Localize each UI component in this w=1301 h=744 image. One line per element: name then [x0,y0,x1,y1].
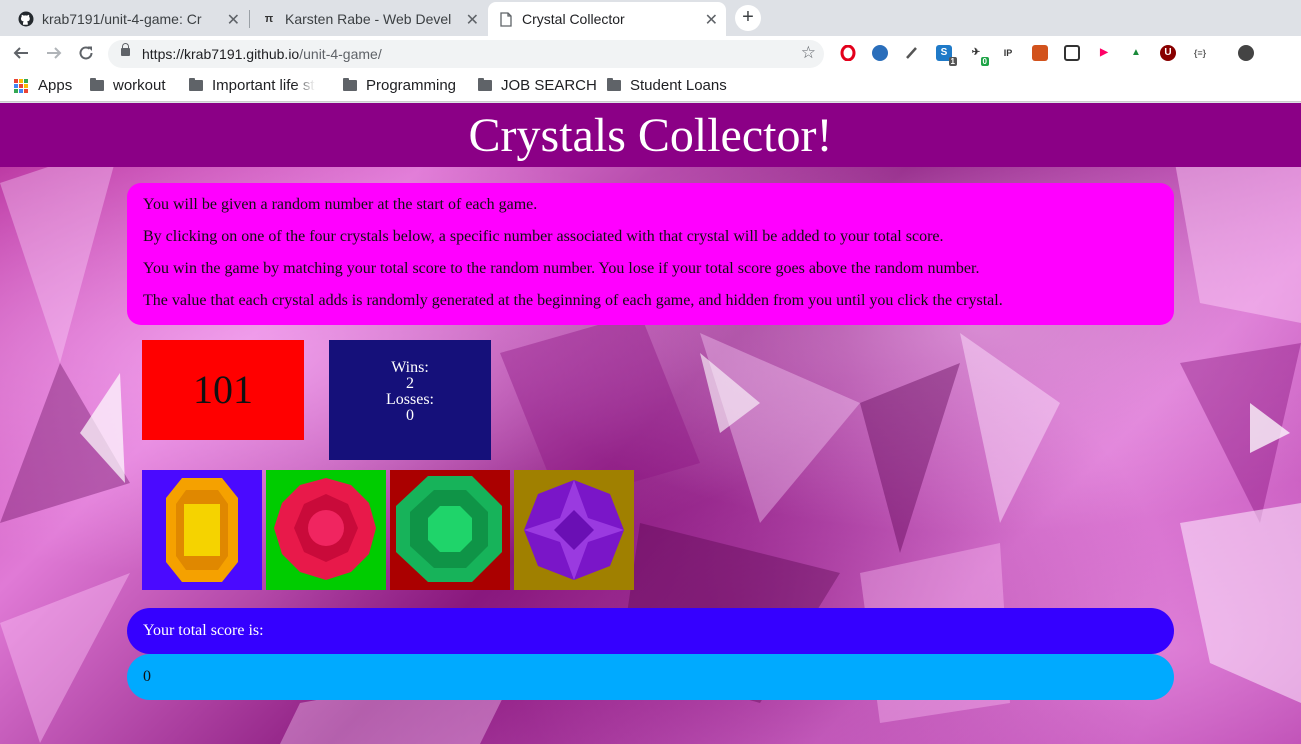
bookmark-label: Apps [38,77,73,94]
orange-extension-icon[interactable] [1032,45,1048,61]
bookmark-important-life[interactable]: Important life st [189,77,325,94]
green-gem-icon [396,476,502,582]
losses-count: 0 [406,407,414,424]
instructions-panel: You will be given a random number at the… [127,183,1174,325]
bookmark-programming[interactable]: Programming [343,77,456,94]
profile-avatar-icon[interactable] [1238,45,1254,61]
lock-icon [121,43,130,56]
target-number: 101 [142,340,304,440]
folder-icon [343,78,357,91]
bookmark-label: workout [113,77,166,94]
bookmark-apps[interactable]: Apps [14,77,72,94]
close-icon[interactable]: ✕ [466,10,479,30]
total-score-value: 0 [127,654,1174,700]
folder-icon [189,78,203,91]
wins-label: Wins: [391,359,429,376]
page-icon [498,11,514,27]
bookmark-label: Student Loans [630,77,727,94]
red-gem-icon [274,478,376,580]
tab-portfolio[interactable]: π Karsten Rabe - Web Devel ✕ [251,2,487,36]
ext-badge: 0 [980,57,989,66]
losses-label: Losses: [386,391,434,408]
page-title: Crystals Collector! [468,109,833,162]
ext-badge: 1 [948,57,957,66]
new-tab-button[interactable]: + [735,5,761,31]
bookmark-workout[interactable]: workout [90,77,166,94]
back-arrow-icon[interactable] [8,40,34,66]
game-header: Crystals Collector! [0,103,1301,167]
address-bar[interactable]: https://krab7191.github.io/unit-4-game/ … [108,40,824,68]
bookmark-star-icon[interactable]: ☆ [801,43,816,63]
bookmark-job-search[interactable]: JOB SEARCH [478,77,597,94]
opera-icon[interactable] [840,44,856,62]
instruction-line: By clicking on one of the four crystals … [143,228,944,245]
forward-arrow-icon[interactable] [41,40,67,66]
tab-divider [249,10,250,28]
reload-icon[interactable] [73,40,99,66]
folder-icon [90,78,104,91]
crystal-button-green[interactable] [390,470,510,590]
bookmark-label: Important life st [212,77,315,94]
close-icon[interactable]: ✕ [227,10,240,30]
instruction-line: You win the game by matching your total … [143,260,980,277]
plane-extension-icon[interactable]: ✈ 0 [968,45,989,66]
pi-icon: π [264,13,274,25]
json-extension-icon[interactable]: {≡} [1192,45,1208,61]
ublock-icon[interactable]: U [1160,45,1176,61]
win-loss-record: Wins: 2 Losses: 0 [329,340,491,460]
bookmark-label: Programming [366,77,457,94]
apps-grid-icon [14,78,28,93]
tab-title: Crystal Collector [522,11,625,27]
crystal-button-orange[interactable] [142,470,262,590]
instruction-line: You will be given a random number at the… [143,196,538,213]
tab-title: Karsten Rabe - Web Devel [285,11,452,27]
shield-extension-icon[interactable] [1064,45,1080,61]
crystal-button-red[interactable] [266,470,386,590]
crystal-button-purple[interactable] [514,470,634,590]
play-extension-icon[interactable]: ▶ [1096,45,1112,61]
globe-extension-icon[interactable] [872,45,888,61]
total-score-label: Your total score is: [127,608,1174,654]
folder-icon [478,78,492,91]
url-host: https://krab7191.github.io [142,46,300,62]
close-icon[interactable]: ✕ [705,10,718,30]
folder-icon [607,78,621,91]
tab-github[interactable]: krab7191/unit-4-game: Cr ✕ [8,2,248,36]
bookmark-student-loans[interactable]: Student Loans [607,77,727,94]
chevron-extension-icon[interactable]: ▲ [1128,45,1144,61]
browser-toolbar: https://krab7191.github.io/unit-4-game/ … [0,36,1301,96]
wins-count: 2 [406,375,414,392]
url-path: /unit-4-game/ [299,46,382,62]
url-text: https://krab7191.github.io/unit-4-game/ [142,46,382,62]
github-icon [18,11,34,27]
tab-crystal-collector[interactable]: Crystal Collector ✕ [488,2,726,36]
tab-bar: krab7191/unit-4-game: Cr ✕ π Karsten Rab… [0,0,1301,36]
bookmarks-bar: Apps workout Important life st Programmi… [0,70,1301,102]
instruction-line: The value that each crystal adds is rand… [143,292,1003,309]
ip-extension-icon[interactable]: IP [1000,45,1016,61]
s-extension-icon[interactable]: S1 [936,45,957,66]
pen-extension-icon[interactable] [904,45,920,61]
tab-title: krab7191/unit-4-game: Cr [42,11,202,27]
page-content: Crystals Collector! You will be given a … [0,103,1301,744]
bookmark-label: JOB SEARCH [501,77,597,94]
orange-gem-icon [166,478,238,582]
purple-gem-icon [524,480,624,580]
